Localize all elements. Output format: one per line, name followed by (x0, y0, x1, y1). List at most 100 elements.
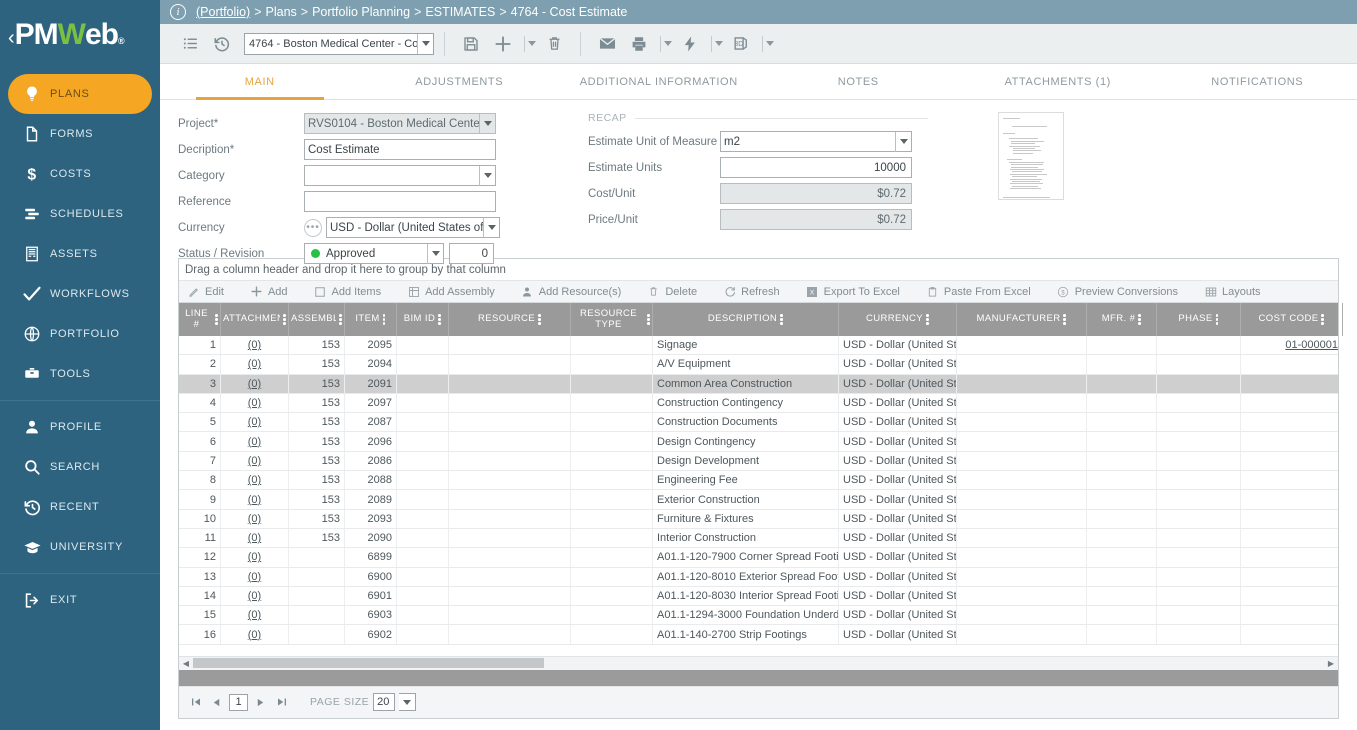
cell-phase[interactable] (1157, 586, 1241, 606)
cell-bim[interactable] (397, 606, 449, 625)
column-header-phase[interactable]: PHASE (1157, 303, 1241, 336)
attachments-link[interactable]: (0) (248, 358, 261, 370)
cell-assembly[interactable]: 153 (289, 528, 345, 548)
column-menu-icon[interactable] (283, 314, 286, 325)
scroll-left-icon[interactable]: ◀ (179, 659, 193, 668)
cell-phase[interactable] (1157, 471, 1241, 490)
cell-assembly[interactable]: 153 (289, 471, 345, 490)
cell-assembly[interactable]: 153 (289, 432, 345, 451)
column-header-line[interactable]: LINE # (179, 303, 221, 336)
cell-mfr[interactable] (1087, 586, 1157, 606)
cell-assembly[interactable]: 153 (289, 490, 345, 509)
add-items-button[interactable]: Add Items (314, 285, 381, 298)
refresh-button[interactable]: Refresh (723, 285, 780, 298)
chevron-down-icon[interactable] (479, 165, 495, 186)
cell-resource-type[interactable] (571, 548, 653, 567)
cell-resource-type[interactable] (571, 413, 653, 432)
table-row[interactable]: 4 (0) 153 2097 Construction Contingency USD -… (179, 393, 1338, 414)
attachments-link[interactable]: (0) (248, 436, 261, 448)
cell-currency[interactable]: USD - Dollar (United Sta (839, 509, 957, 528)
cell-resource-type[interactable] (571, 528, 653, 548)
cell-cost-code[interactable] (1241, 452, 1338, 470)
cell-bim[interactable] (397, 567, 449, 586)
breadcrumb-portfolio-planning[interactable]: Portfolio Planning (312, 5, 410, 19)
cell-resource[interactable] (449, 548, 571, 567)
cell-description[interactable]: Construction Contingency (653, 393, 839, 413)
cell-bim[interactable] (397, 548, 449, 567)
print-button[interactable] (623, 28, 655, 60)
cell-mfr[interactable] (1087, 471, 1157, 490)
cell-bim[interactable] (397, 625, 449, 644)
cell-resource[interactable] (449, 393, 571, 413)
cell-description[interactable]: Design Development (653, 451, 839, 471)
cell-attachments[interactable]: (0) (221, 586, 289, 606)
cell-description[interactable]: A01.1-1294-3000 Foundation Underdra (653, 606, 839, 625)
cell-attachments[interactable]: (0) (221, 355, 289, 374)
table-row[interactable]: 13 (0) 6900 A01.1-120-8010 Exterior Spread … (179, 567, 1338, 587)
cell-mfr[interactable] (1087, 393, 1157, 413)
cell-description[interactable]: A01.1-120-7900 Corner Spread Footing (653, 548, 839, 567)
currency-options-icon[interactable]: ••• (304, 218, 322, 237)
cell-line[interactable]: 8 (179, 471, 221, 490)
history-icon[interactable] (206, 28, 238, 60)
attachments-link[interactable]: (0) (248, 551, 261, 563)
sidebar-item-schedules[interactable]: SCHEDULES (8, 194, 152, 234)
print-dropdown-caret-icon[interactable] (655, 35, 674, 52)
column-header-cost-code[interactable]: COST CODE (1241, 303, 1343, 336)
cell-item[interactable]: 2087 (345, 413, 397, 432)
cell-currency[interactable]: USD - Dollar (United Sta (839, 471, 957, 490)
column-header-resource[interactable]: RESOURCE (449, 303, 571, 336)
cell-mfr[interactable] (1087, 490, 1157, 509)
cell-phase[interactable] (1157, 432, 1241, 451)
cell-resource[interactable] (449, 567, 571, 586)
cell-item[interactable]: 6903 (345, 606, 397, 625)
cell-assembly[interactable] (289, 548, 345, 567)
cell-assembly[interactable]: 153 (289, 336, 345, 355)
breadcrumb-estimates[interactable]: ESTIMATES (425, 5, 495, 19)
attachments-link[interactable]: (0) (248, 474, 261, 486)
grid-horizontal-scrollbar[interactable]: ◀ ▶ (179, 655, 1338, 670)
cell-bim[interactable] (397, 528, 449, 548)
sidebar-item-profile[interactable]: PROFILE (8, 407, 152, 447)
3d-dropdown-caret-icon[interactable] (757, 35, 776, 52)
cell-resource[interactable] (449, 355, 571, 374)
cell-bim[interactable] (397, 336, 449, 355)
scroll-thumb[interactable] (193, 658, 544, 669)
attachments-link[interactable]: (0) (248, 378, 261, 390)
cell-assembly[interactable]: 153 (289, 355, 345, 374)
cell-cost-code[interactable] (1241, 375, 1338, 393)
chevron-down-icon[interactable] (417, 33, 433, 54)
cell-line[interactable]: 1 (179, 336, 221, 355)
cell-item[interactable]: 2091 (345, 374, 397, 393)
column-header-manufacturer[interactable]: MANUFACTURER (957, 303, 1087, 336)
cell-manufacturer[interactable] (957, 490, 1087, 509)
tab-notifications[interactable]: NOTIFICATIONS (1158, 64, 1357, 99)
cell-currency[interactable]: USD - Dollar (United Sta (839, 413, 957, 432)
cell-mfr[interactable] (1087, 606, 1157, 625)
project-field[interactable]: RVS0104 - Boston Medical Center (304, 113, 496, 134)
cell-phase[interactable] (1157, 355, 1241, 374)
column-menu-icon[interactable] (926, 314, 929, 325)
cell-cost-code[interactable] (1241, 625, 1338, 643)
attachments-link[interactable]: (0) (248, 416, 261, 428)
tab-additional-information[interactable]: ADDITIONAL INFORMATION (559, 64, 759, 99)
revision-field[interactable]: 0 (449, 243, 494, 264)
cell-item[interactable]: 2086 (345, 451, 397, 471)
cell-attachments[interactable]: (0) (221, 625, 289, 644)
description-field[interactable]: Cost Estimate (304, 139, 496, 160)
cell-description[interactable]: Signage (653, 336, 839, 355)
current-page-input[interactable]: 1 (229, 693, 248, 711)
scroll-right-icon[interactable]: ▶ (1324, 659, 1338, 668)
next-page-icon[interactable] (252, 693, 269, 711)
column-menu-icon[interactable] (1321, 314, 1324, 325)
cell-currency[interactable]: USD - Dollar (United Sta (839, 451, 957, 471)
page-size-value[interactable]: 20 (373, 693, 396, 712)
delete-button[interactable] (538, 28, 570, 60)
3d-model-button[interactable]: 3D (725, 28, 757, 60)
tab-attachments[interactable]: ATTACHMENTS (1) (958, 64, 1158, 99)
sidebar-item-workflows[interactable]: WORKFLOWS (8, 274, 152, 314)
cell-attachments[interactable]: (0) (221, 528, 289, 548)
sidebar-item-exit[interactable]: EXIT (8, 580, 152, 620)
cell-currency[interactable]: USD - Dollar (United Sta (839, 355, 957, 374)
tab-adjustments[interactable]: ADJUSTMENTS (360, 64, 560, 99)
